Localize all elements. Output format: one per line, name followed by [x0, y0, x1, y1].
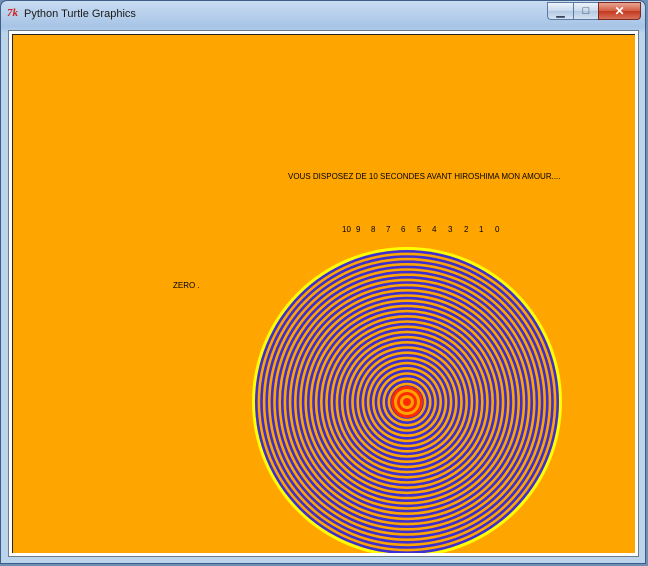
minimize-icon: ▁	[556, 5, 565, 18]
close-icon: ✕	[614, 4, 625, 18]
spiral-center-ring	[403, 398, 411, 406]
countdown-number: 8	[371, 225, 376, 234]
window-controls: ▁ □ ✕	[547, 2, 641, 21]
close-button[interactable]: ✕	[598, 2, 641, 20]
countdown-number: 1	[479, 225, 484, 234]
countdown-number: 0	[495, 225, 500, 234]
python-tk-icon: 7k	[7, 7, 18, 19]
window-title: Python Turtle Graphics	[24, 8, 136, 20]
countdown-number: 10	[342, 225, 351, 234]
spiral-drawing	[252, 247, 562, 553]
title-bar[interactable]: 7k Python Turtle Graphics ▁ □ ✕	[1, 1, 645, 29]
zero-label: ZERO .	[173, 281, 200, 290]
canvas-frame: VOUS DISPOSEZ DE 10 SECONDES AVANT HIROS…	[8, 30, 639, 557]
maximize-button[interactable]: □	[573, 2, 598, 20]
countdown-number: 6	[401, 225, 406, 234]
countdown-number: 2	[464, 225, 469, 234]
turtle-window: 7k Python Turtle Graphics ▁ □ ✕ VOUS DIS…	[0, 0, 646, 564]
countdown-number: 3	[448, 225, 453, 234]
maximize-icon: □	[582, 5, 590, 17]
countdown-number: 4	[432, 225, 437, 234]
minimize-button[interactable]: ▁	[547, 2, 573, 20]
headline-text: VOUS DISPOSEZ DE 10 SECONDES AVANT HIROS…	[288, 172, 561, 181]
turtle-canvas[interactable]: VOUS DISPOSEZ DE 10 SECONDES AVANT HIROS…	[12, 34, 635, 553]
countdown-number: 9	[356, 225, 361, 234]
countdown-number: 5	[417, 225, 422, 234]
countdown-number: 7	[386, 225, 391, 234]
